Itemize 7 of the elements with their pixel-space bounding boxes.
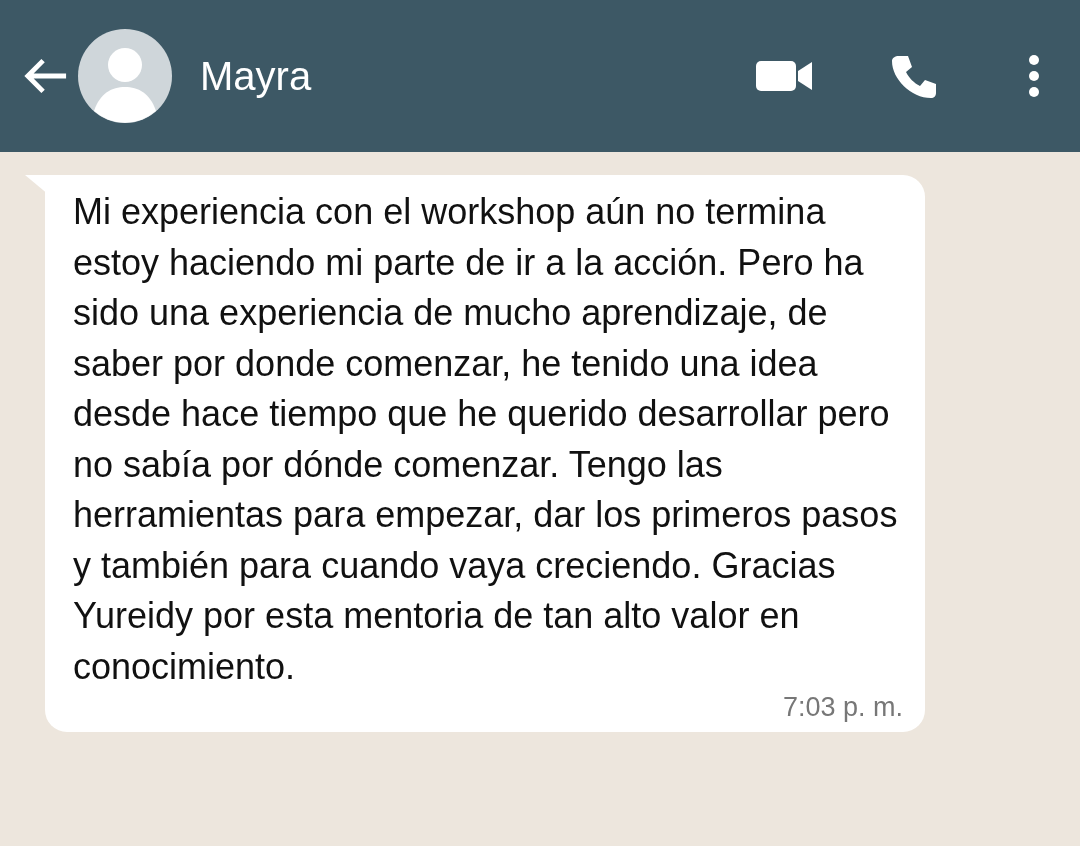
message-time: 7:03 p. m.: [782, 692, 903, 722]
message-text: Mi experiencia con el workshop aún no termina estoy haciendo mi parte de ir a la acción. Pero ha sido una experiencia de mucho aprendizaje, de saber por donde comenzar, he tenido una idea desde hace tiempo que he querido desarrollar pero no sabía por dónde comenzar. Tengo las herramientas para empezar, dar los primeros pasos y también para cuando vaya creciendo. Gracias Yureidy por esta mentoria de tan alto valor en conocimiento.: [73, 190, 898, 689]
video-call-icon[interactable]: [756, 59, 812, 93]
contact-name[interactable]: Mayra: [200, 53, 312, 99]
back-icon[interactable]: [22, 56, 68, 96]
avatar-icon[interactable]: [78, 29, 172, 123]
more-options-icon[interactable]: [1028, 54, 1040, 98]
